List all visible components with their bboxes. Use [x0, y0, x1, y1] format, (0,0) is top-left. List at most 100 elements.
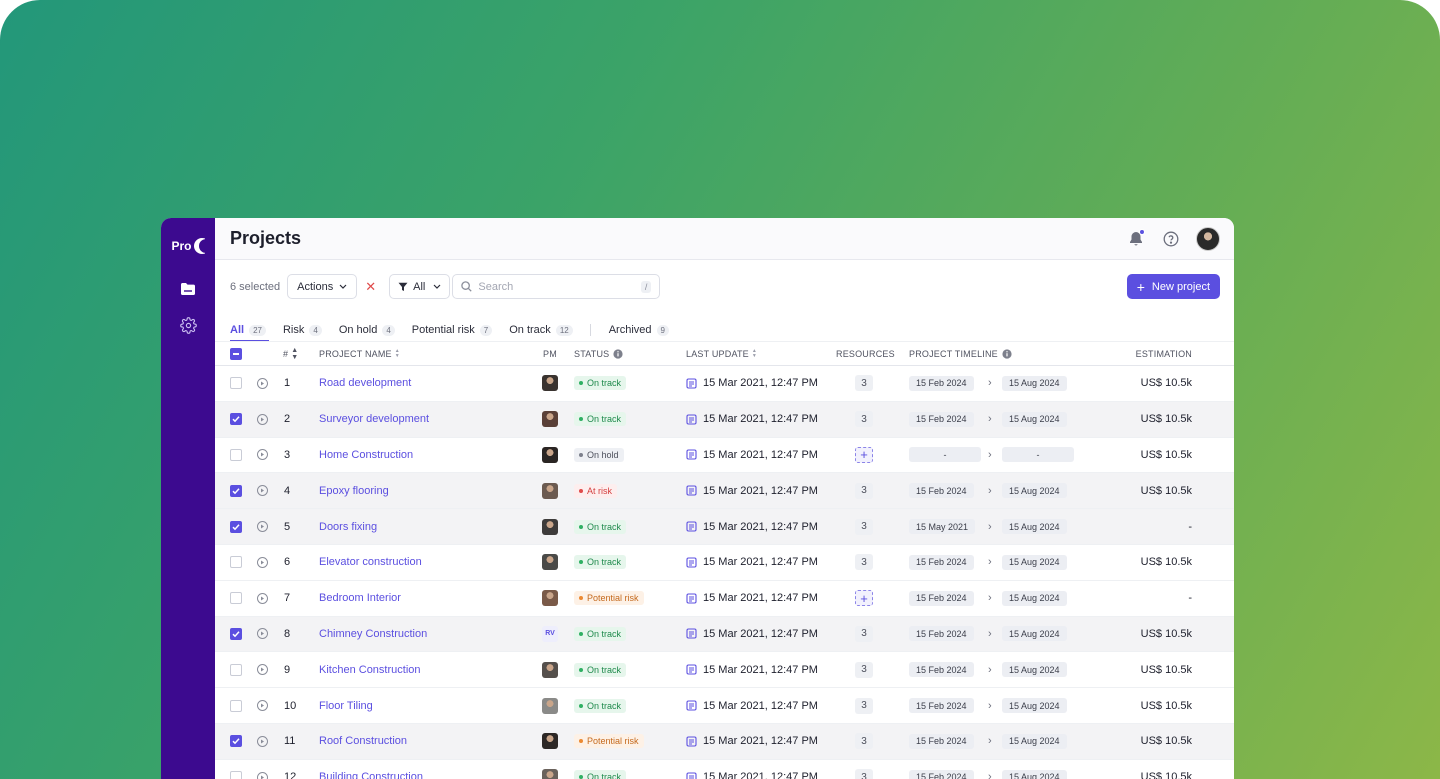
project-name-link[interactable]: Elevator construction	[319, 556, 422, 568]
play-circle-icon[interactable]	[257, 485, 268, 497]
pm-avatar[interactable]	[542, 375, 558, 392]
header-last-update[interactable]: LAST UPDATE ▲ ▼	[686, 348, 757, 359]
row-checkbox[interactable]	[230, 413, 242, 426]
last-update[interactable]: 15 Mar 2021, 12:47 PM	[686, 413, 818, 425]
project-name-link[interactable]: Epoxy flooring	[319, 485, 389, 497]
row-checkbox[interactable]	[230, 377, 242, 390]
resource-count: 3	[855, 411, 873, 428]
play-circle-icon[interactable]	[257, 592, 268, 604]
last-update[interactable]: 15 Mar 2021, 12:47 PM	[686, 628, 818, 640]
row-checkbox[interactable]	[230, 627, 242, 640]
note-icon	[686, 736, 697, 747]
pm-avatar[interactable]	[542, 518, 558, 535]
table-row[interactable]: 6 Elevator construction On track 15 Mar 202…	[215, 545, 1234, 581]
play-circle-icon[interactable]	[257, 735, 268, 747]
user-avatar[interactable]	[1196, 226, 1220, 251]
table-row[interactable]: 2 Surveyor development On track 15 Mar 2021…	[215, 401, 1234, 438]
row-checkbox[interactable]	[230, 771, 242, 779]
last-update[interactable]: 15 Mar 2021, 12:47 PM	[686, 556, 818, 568]
table-row[interactable]: 7 Bedroom Interior Potential risk 15 Mar 20…	[215, 581, 1234, 617]
play-circle-icon[interactable]	[257, 664, 268, 676]
row-checkbox[interactable]	[230, 520, 242, 533]
tab-label: Archived	[608, 324, 652, 336]
table-row[interactable]: 4 Epoxy flooring At risk 15 Mar 2021, 12:47…	[215, 473, 1234, 510]
tab-potential-risk[interactable]: Potential risk 7	[412, 319, 493, 341]
last-update[interactable]: 15 Mar 2021, 12:47 PM	[686, 735, 818, 747]
project-name-link[interactable]: Floor Tiling	[319, 700, 373, 712]
row-checkbox[interactable]	[230, 484, 242, 497]
actions-dropdown[interactable]: Actions	[287, 274, 358, 299]
folder-icon[interactable]	[179, 280, 197, 298]
table-row[interactable]: 10 Floor Tiling On track 15 Mar 2021, 12:47…	[215, 688, 1234, 724]
row-checkbox[interactable]	[230, 735, 242, 748]
search-input[interactable]	[478, 280, 635, 293]
project-name-link[interactable]: Home Construction	[319, 449, 413, 461]
project-name-link[interactable]: Roof Construction	[319, 735, 407, 747]
row-checkbox[interactable]	[230, 556, 242, 569]
last-update[interactable]: 15 Mar 2021, 12:47 PM	[686, 449, 818, 461]
tab-all[interactable]: All 27	[230, 319, 269, 342]
info-icon[interactable]	[1002, 348, 1012, 359]
last-update[interactable]: 15 Mar 2021, 12:47 PM	[686, 485, 818, 497]
project-name-link[interactable]: Building Construction	[319, 771, 423, 779]
table-row[interactable]: 5 Doors fixing On track 15 Mar 2021, 12:47 …	[215, 509, 1234, 545]
last-update[interactable]: 15 Mar 2021, 12:47 PM	[686, 521, 818, 533]
play-circle-icon[interactable]	[257, 413, 268, 425]
table-row[interactable]: 3 Home Construction On hold 15 Mar 2021, 12…	[215, 438, 1234, 474]
pm-avatar[interactable]	[542, 554, 558, 571]
play-circle-icon[interactable]	[257, 700, 268, 712]
pm-avatar[interactable]	[542, 590, 558, 607]
new-project-button[interactable]: + New project	[1126, 274, 1220, 299]
project-name-link[interactable]: Chimney Construction	[319, 628, 427, 640]
add-resource-button[interactable]: +	[855, 446, 873, 463]
row-checkbox[interactable]	[230, 448, 242, 461]
last-update[interactable]: 15 Mar 2021, 12:47 PM	[686, 664, 818, 676]
info-icon[interactable]	[613, 348, 623, 359]
last-update[interactable]: 15 Mar 2021, 12:47 PM	[686, 377, 818, 389]
pm-avatar[interactable]	[542, 769, 558, 779]
row-checkbox[interactable]	[230, 663, 242, 676]
last-update[interactable]: 15 Mar 2021, 12:47 PM	[686, 700, 818, 712]
row-checkbox[interactable]	[230, 699, 242, 712]
project-name-link[interactable]: Road development	[319, 377, 411, 389]
header-number[interactable]: # ▲ ▼	[283, 347, 298, 361]
play-circle-icon[interactable]	[257, 449, 268, 461]
bell-icon[interactable]	[1126, 228, 1146, 249]
logo[interactable]: Pro	[171, 238, 205, 254]
tab-archived[interactable]: Archived 9	[609, 319, 669, 341]
project-name-link[interactable]: Kitchen Construction	[319, 664, 421, 676]
table-row[interactable]: 1 Road development On track 15 Mar 2021, 12…	[215, 366, 1234, 402]
pm-avatar[interactable]: RV	[542, 625, 558, 642]
tab-on-hold[interactable]: On hold 4	[339, 319, 395, 341]
header-project-name[interactable]: PROJECT NAME ▲ ▼	[319, 348, 400, 359]
table-row[interactable]: 9 Kitchen Construction On track 15 Mar 2021…	[215, 652, 1234, 689]
project-name-link[interactable]: Surveyor development	[319, 413, 429, 425]
help-icon[interactable]	[1162, 230, 1180, 248]
pm-avatar[interactable]	[542, 482, 558, 499]
add-resource-button[interactable]: +	[855, 590, 873, 607]
play-circle-icon[interactable]	[257, 771, 268, 779]
table-row[interactable]: 11 Roof Construction Potential risk 15 Mar …	[215, 723, 1234, 760]
pm-avatar[interactable]	[542, 661, 558, 678]
pm-avatar[interactable]	[542, 411, 558, 428]
table-row[interactable]: 8 Chimney Construction RV On track 15 Mar 20…	[215, 616, 1234, 653]
play-circle-icon[interactable]	[257, 521, 268, 533]
pm-avatar[interactable]	[542, 697, 558, 714]
last-update[interactable]: 15 Mar 2021, 12:47 PM	[686, 771, 818, 779]
pm-avatar[interactable]	[542, 733, 558, 750]
row-checkbox[interactable]	[230, 592, 242, 605]
pm-avatar[interactable]	[542, 446, 558, 463]
clear-selection-icon[interactable]: ✕	[365, 279, 376, 295]
filter-dropdown[interactable]: All	[389, 274, 451, 299]
play-circle-icon[interactable]	[257, 556, 268, 568]
table-row[interactable]: 12 Building Construction On track 15 Mar 20…	[215, 760, 1234, 779]
last-update[interactable]: 15 Mar 2021, 12:47 PM	[686, 592, 818, 604]
play-circle-icon[interactable]	[257, 377, 268, 389]
select-all-checkbox[interactable]	[230, 347, 242, 360]
project-name-link[interactable]: Doors fixing	[319, 521, 377, 533]
project-name-link[interactable]: Bedroom Interior	[319, 592, 401, 604]
tab-risk[interactable]: Risk 4	[283, 319, 322, 341]
play-circle-icon[interactable]	[257, 628, 268, 640]
tab-on-track[interactable]: On track 12	[509, 319, 573, 341]
gear-icon[interactable]	[179, 316, 197, 334]
